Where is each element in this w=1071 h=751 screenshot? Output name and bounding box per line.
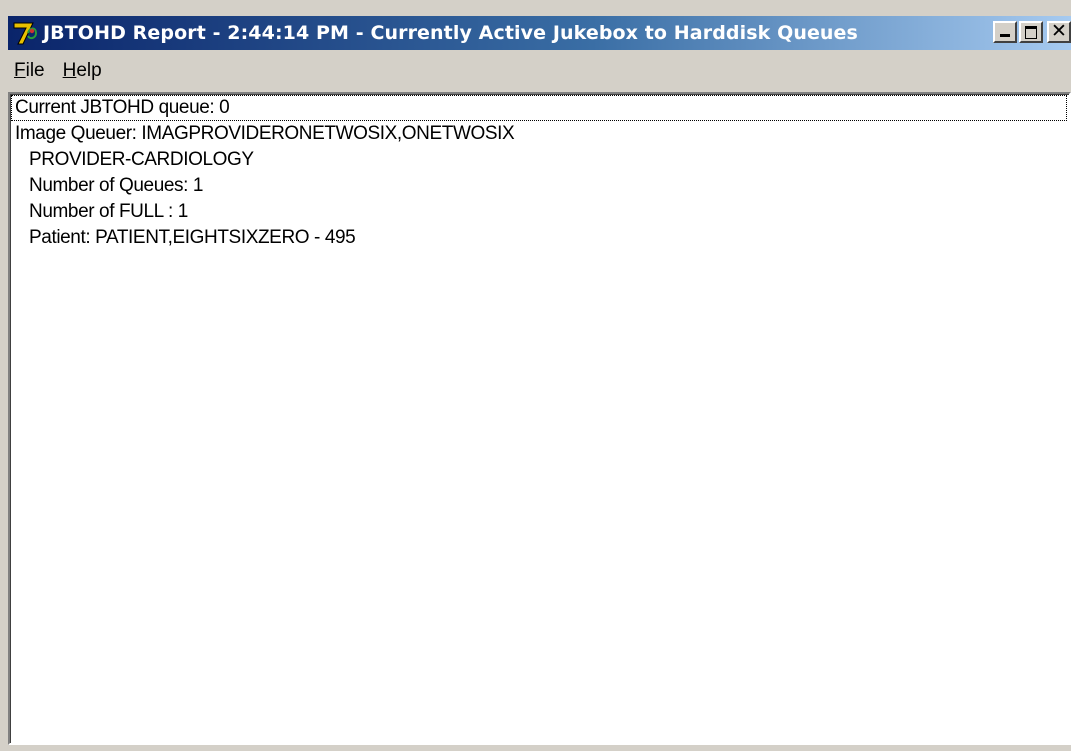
list-item-current-queue[interactable]: Current JBTOHD queue: 0 <box>11 95 1067 121</box>
app-7-icon[interactable] <box>11 19 39 47</box>
menu-help-mnemonic: H <box>62 60 77 81</box>
list-item-number-of-full[interactable]: Number of FULL : 1 <box>11 199 1069 225</box>
window-controls: ✕ <box>993 20 1071 43</box>
minimize-button[interactable] <box>993 21 1017 43</box>
menu-bar: File Help <box>8 54 1071 88</box>
menu-file-mnemonic: F <box>14 60 26 81</box>
window-title: JBTOHD Report - 2:44:14 PM - Currently A… <box>43 22 858 44</box>
list-item-provider[interactable]: PROVIDER-CARDIOLOGY <box>11 147 1069 173</box>
title-bar[interactable]: JBTOHD Report - 2:44:14 PM - Currently A… <box>8 16 1071 50</box>
list-item-image-queuer[interactable]: Image Queuer: IMAGPROVIDERONETWOSIX,ONET… <box>11 121 1069 147</box>
maximize-icon <box>1025 26 1037 39</box>
report-window: JBTOHD Report - 2:44:14 PM - Currently A… <box>0 0 1071 751</box>
list-item-patient[interactable]: Patient: PATIENT,EIGHTSIXZERO - 495 <box>11 225 1069 251</box>
menu-file-label-rest: ile <box>25 60 45 81</box>
close-icon: ✕ <box>1051 20 1067 42</box>
list-item-number-of-queues[interactable]: Number of Queues: 1 <box>11 173 1069 199</box>
report-listbox[interactable]: Current JBTOHD queue: 0 Image Queuer: IM… <box>8 92 1071 745</box>
menu-help[interactable]: Help <box>63 60 102 82</box>
close-button[interactable]: ✕ <box>1047 20 1071 43</box>
menu-file[interactable]: File <box>14 60 45 82</box>
maximize-button[interactable] <box>1019 21 1043 43</box>
report-lines: Current JBTOHD queue: 0 Image Queuer: IM… <box>10 94 1069 743</box>
minimize-icon <box>1000 34 1010 37</box>
menu-help-label-rest: elp <box>76 60 102 81</box>
